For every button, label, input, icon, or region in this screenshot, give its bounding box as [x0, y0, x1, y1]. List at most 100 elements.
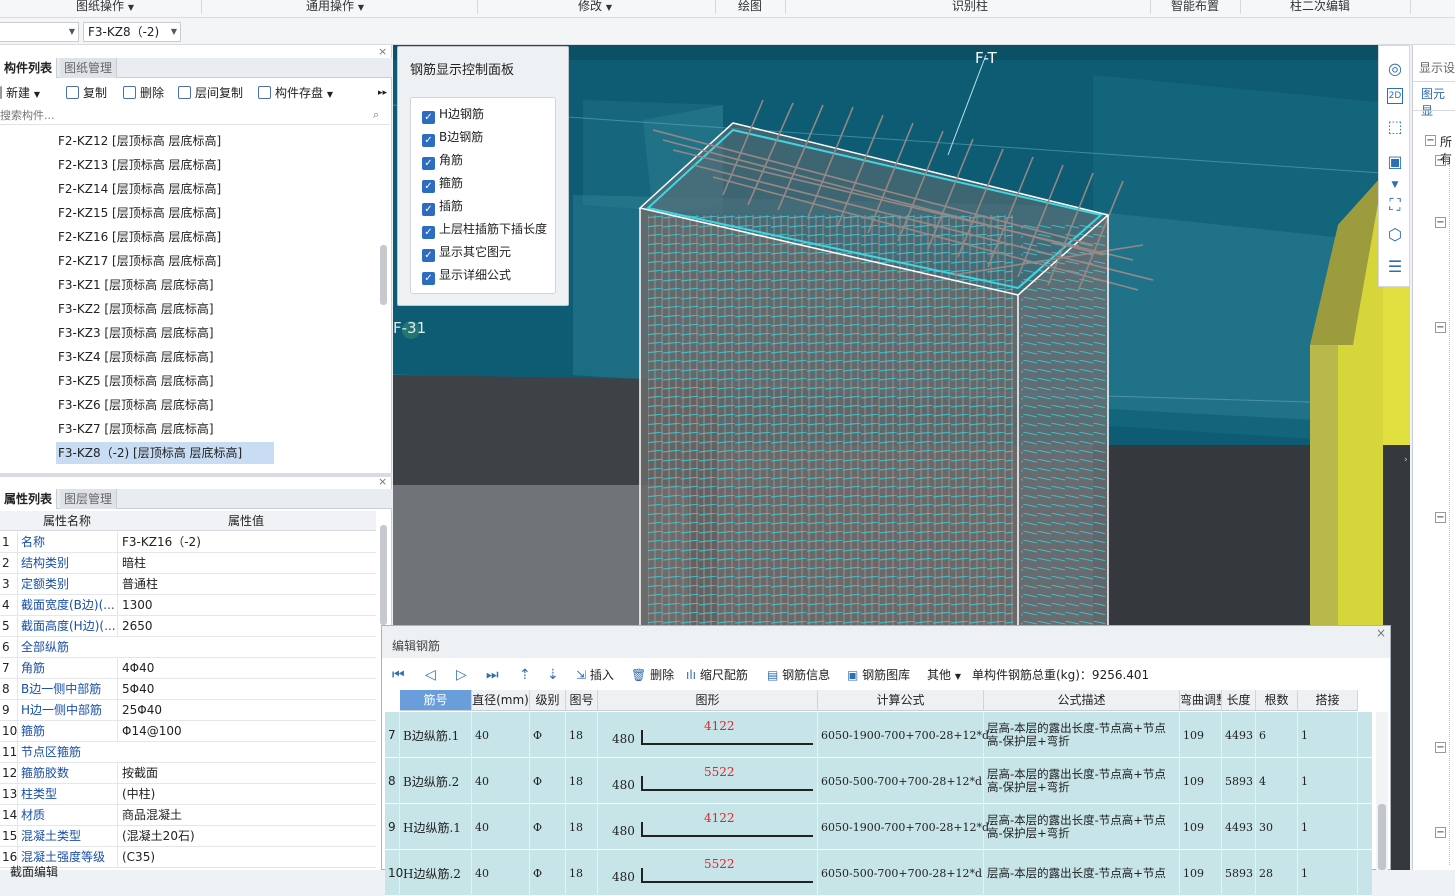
- property-value[interactable]: 按截面: [117, 763, 375, 783]
- 3d-view-icon[interactable]: ▣: [1384, 151, 1406, 173]
- formula-description[interactable]: 层高-本层的露出长度-节点高+节点高-保护层+弯折: [984, 804, 1180, 850]
- cell-lap[interactable]: 1: [1298, 758, 1358, 804]
- column-header[interactable]: 图号: [566, 690, 598, 711]
- insert-button[interactable]: ⇲ 插入: [576, 662, 614, 688]
- cell-bend[interactable]: 109: [1180, 804, 1222, 850]
- property-row[interactable]: 8 B边一侧中部筋 5Φ40: [0, 679, 376, 700]
- option-checkbox[interactable]: ✓ 显示详细公式: [422, 266, 511, 285]
- cell-bend[interactable]: 109: [1180, 758, 1222, 804]
- component-select[interactable]: F3-KZ8（-2) ▼: [83, 22, 181, 42]
- ribbon-group-smart-layout[interactable]: 智能布置: [1160, 0, 1230, 18]
- property-row[interactable]: 13 柱类型 (中柱): [0, 784, 376, 805]
- property-value[interactable]: (中柱): [117, 784, 375, 804]
- floor-copy-button[interactable]: 层间复制: [178, 83, 243, 103]
- shape-cell[interactable]: 480 4122: [598, 712, 818, 758]
- column-header[interactable]: 公式描述: [984, 690, 1180, 711]
- cell-grade[interactable]: Φ: [530, 850, 566, 896]
- splitter[interactable]: [0, 473, 392, 477]
- table-row[interactable]: 10 H边纵筋.2 40 Φ 18 480 5522 6050-500-700+700-28+…: [385, 850, 1372, 896]
- tree-item[interactable]: F3-KZ4 [层顶标高 层底标高]: [56, 346, 216, 368]
- cell-formula[interactable]: 6050-500-700+700-28+12*d: [818, 758, 984, 804]
- checkbox-checked-icon[interactable]: ✓: [422, 203, 435, 216]
- rebar-library-button[interactable]: ▣ 钢筋图库: [847, 662, 910, 688]
- tree-item[interactable]: F3-KZ7 [层顶标高 层底标高]: [56, 418, 216, 440]
- close-icon[interactable]: ×: [378, 475, 387, 488]
- 2d-view-icon[interactable]: 2D: [1387, 88, 1403, 104]
- tree-item[interactable]: F3-KZ6 [层顶标高 层底标高]: [56, 394, 216, 416]
- checkbox-checked-icon[interactable]: ✓: [422, 249, 435, 262]
- property-row[interactable]: 15 混凝土类型 (混凝土20石): [0, 826, 376, 847]
- option-checkbox[interactable]: ✓ 上层柱插筋下插长度: [422, 220, 547, 239]
- property-row[interactable]: 7 角筋 4Φ40: [0, 658, 376, 679]
- property-row[interactable]: 14 材质 商品混凝土: [0, 805, 376, 826]
- option-checkbox[interactable]: ✓ 显示其它图元: [422, 243, 511, 262]
- column-header[interactable]: 长度: [1222, 690, 1256, 711]
- table-row[interactable]: 7 B边纵筋.1 40 Φ 18 480 4122 6050-1900-700+700-28+…: [385, 712, 1372, 758]
- property-row[interactable]: 4 截面宽度(B边)(... 1300: [0, 595, 376, 616]
- checkbox-checked-icon[interactable]: ✓: [422, 272, 435, 285]
- property-scrollbar[interactable]: [380, 525, 387, 625]
- bar-name[interactable]: B边纵筋.2: [400, 758, 472, 804]
- property-value[interactable]: 25Φ40: [117, 700, 375, 720]
- collapse-icon[interactable]: −: [1435, 155, 1446, 166]
- ribbon-group-draw[interactable]: 绘图: [725, 0, 775, 18]
- collapse-icon[interactable]: −: [1435, 322, 1446, 333]
- delete-button[interactable]: 删除: [123, 83, 164, 103]
- close-icon[interactable]: ×: [378, 45, 387, 58]
- rebar-info-button[interactable]: ▤ 钢筋信息: [767, 662, 830, 688]
- tab-drawing-manager[interactable]: 图纸管理: [60, 58, 118, 78]
- column-header[interactable]: 弯曲调整: [1180, 690, 1222, 711]
- cell-length[interactable]: 5893: [1222, 850, 1256, 896]
- tree-item[interactable]: F3-KZ8（-2) [层顶标高 层底标高]: [56, 442, 274, 464]
- option-checkbox[interactable]: ✓ H边钢筋: [422, 105, 484, 124]
- column-header[interactable]: 筋号: [400, 690, 472, 711]
- property-row[interactable]: 2 结构类别 暗柱: [0, 553, 376, 574]
- property-row[interactable]: 10 箍筋 Φ14@100: [0, 721, 376, 742]
- tab-element-display[interactable]: 图元显: [1421, 85, 1455, 119]
- table-row[interactable]: 9 H边纵筋.1 40 Φ 18 480 4122 6050-1900-700+700-28+…: [385, 804, 1372, 850]
- cell-length[interactable]: 4493: [1222, 804, 1256, 850]
- cell-dia[interactable]: 40: [472, 850, 530, 896]
- cell-dia[interactable]: 40: [472, 712, 530, 758]
- ribbon-group-modify[interactable]: 修改 ▼: [560, 0, 630, 18]
- checkbox-checked-icon[interactable]: ✓: [422, 111, 435, 124]
- cell-lap[interactable]: 1: [1298, 850, 1358, 896]
- formula-description[interactable]: 层高-本层的露出长度-节点高+节点高-保护层+弯折: [984, 758, 1180, 804]
- formula-description[interactable]: 层高-本层的露出长度-节点高+节点: [984, 850, 1180, 896]
- option-checkbox[interactable]: ✓ 角筋: [422, 151, 463, 170]
- property-value[interactable]: Φ14@100: [117, 721, 375, 741]
- property-value[interactable]: (C35): [117, 847, 375, 867]
- cell-fig[interactable]: 18: [566, 712, 598, 758]
- cell-count[interactable]: 28: [1256, 850, 1298, 896]
- cell-formula[interactable]: 6050-1900-700+700-28+12*d: [818, 712, 989, 758]
- bar-name[interactable]: H边纵筋.1: [400, 804, 472, 850]
- cell-lap[interactable]: 1: [1298, 804, 1358, 850]
- tree-item[interactable]: F2-KZ12 [层顶标高 层底标高]: [56, 130, 223, 152]
- tree-item[interactable]: F3-KZ2 [层顶标高 层底标高]: [56, 298, 216, 320]
- tree-item[interactable]: F2-KZ15 [层顶标高 层底标高]: [56, 202, 223, 224]
- checkbox-checked-icon[interactable]: ✓: [422, 226, 435, 239]
- property-value[interactable]: 1300: [117, 595, 375, 615]
- cell-fig[interactable]: 18: [566, 758, 598, 804]
- option-checkbox[interactable]: ✓ 插筋: [422, 197, 463, 216]
- bar-name[interactable]: H边纵筋.2: [400, 850, 472, 896]
- property-row[interactable]: 5 截面高度(H边)(... 2650: [0, 616, 376, 637]
- cell-dia[interactable]: 40: [472, 804, 530, 850]
- section-edit-label[interactable]: 截面编辑: [10, 863, 58, 880]
- ribbon-group-column-edit[interactable]: 柱二次编辑: [1280, 0, 1360, 18]
- first-record-icon[interactable]: ⏮: [392, 662, 405, 688]
- cell-bend[interactable]: 109: [1180, 712, 1222, 758]
- close-icon[interactable]: ×: [1376, 626, 1386, 640]
- property-value[interactable]: F3-KZ16（-2): [117, 532, 375, 552]
- option-checkbox[interactable]: ✓ B边钢筋: [422, 128, 483, 147]
- cell-bend[interactable]: 109: [1180, 850, 1222, 896]
- cell-grade[interactable]: Φ: [530, 712, 566, 758]
- table-row[interactable]: 8 B边纵筋.2 40 Φ 18 480 5522 6050-500-700+700-28+1…: [385, 758, 1372, 804]
- ribbon-group-drawing-ops[interactable]: 图纸操作 ▼: [60, 0, 150, 18]
- tree-item[interactable]: F2-KZ17 [层顶标高 层底标高]: [56, 250, 223, 272]
- tab-property-list[interactable]: 属性列表: [0, 489, 58, 509]
- tree-item[interactable]: F3-KZ5 [层顶标高 层底标高]: [56, 370, 216, 392]
- tree-item[interactable]: F3-KZ1 [层顶标高 层底标高]: [56, 274, 216, 296]
- tree-scrollbar[interactable]: [380, 245, 387, 305]
- copy-button[interactable]: 复制: [66, 83, 107, 103]
